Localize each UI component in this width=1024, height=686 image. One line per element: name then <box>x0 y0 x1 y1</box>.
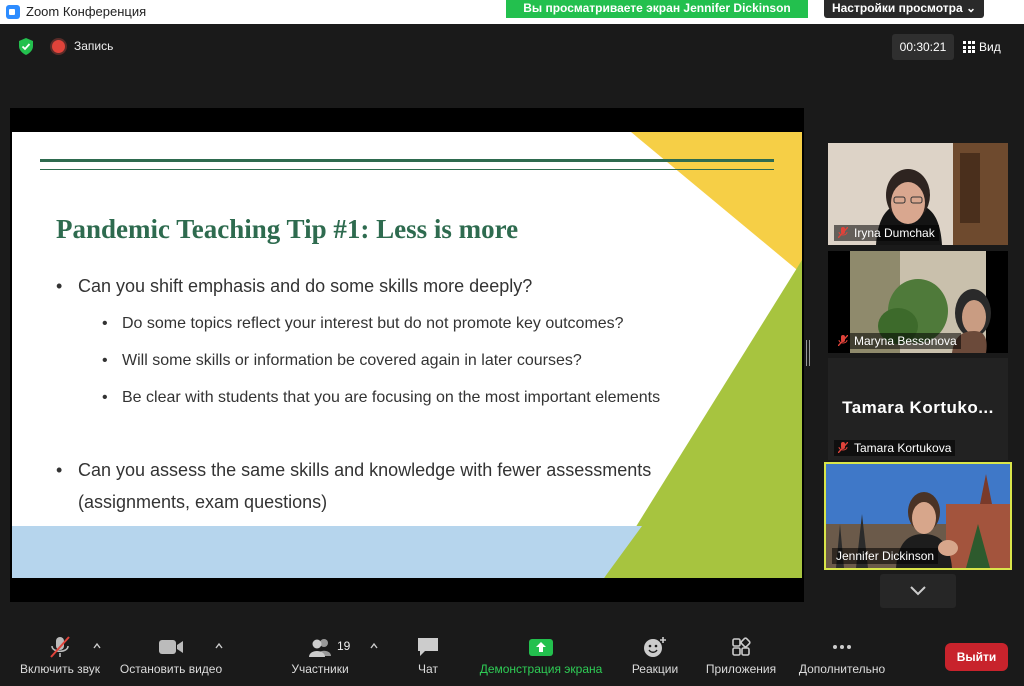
participant-name-label: Iryna Dumchak <box>834 225 939 241</box>
audio-options-caret-icon[interactable] <box>93 642 101 650</box>
share-screen-label: Демонстрация экрана <box>479 662 603 676</box>
reactions-button[interactable]: Реакции <box>624 626 686 676</box>
scroll-participants-down-button[interactable] <box>880 574 956 608</box>
muted-mic-icon <box>838 227 848 238</box>
muted-mic-icon <box>838 442 848 453</box>
view-options-button[interactable]: Настройки просмотра ⌄ <box>824 0 984 18</box>
stop-video-label: Остановить видео <box>119 662 223 676</box>
reactions-label: Реакции <box>631 662 679 676</box>
more-dots-icon <box>833 645 851 649</box>
grid-icon <box>963 41 975 53</box>
slide-subbullet: Will some skills or information be cover… <box>102 346 692 376</box>
participants-count-badge: 19 <box>337 639 351 653</box>
video-camera-icon <box>159 640 183 654</box>
chevron-down-icon <box>910 586 926 596</box>
zoom-app-icon <box>6 5 20 19</box>
apps-button[interactable]: Приложения <box>698 626 784 676</box>
apps-label: Приложения <box>705 662 777 676</box>
view-button[interactable]: Вид <box>963 34 1001 60</box>
unmute-label: Включить звук <box>19 662 101 676</box>
record-label[interactable]: Запись <box>74 39 113 53</box>
meeting-timer: 00:30:21 <box>892 34 954 60</box>
panel-resize-handle[interactable] <box>806 340 810 366</box>
slide-rule-thin <box>40 169 774 170</box>
participants-options-caret-icon[interactable] <box>370 642 378 650</box>
view-button-label: Вид <box>979 40 1001 54</box>
unmute-button[interactable]: Включить звук <box>14 626 106 676</box>
slide-bullet: Can you assess the same skills and knowl… <box>56 454 728 518</box>
participant-name-label: Tamara Kortukova <box>834 440 956 456</box>
participant-tile[interactable]: Iryna Dumchak <box>828 143 1008 245</box>
participant-display-name: Tamara Kortuko... <box>842 398 994 417</box>
more-button[interactable]: Дополнительно <box>794 626 890 676</box>
active-speaker-tile[interactable]: Jennifer Dickinson <box>824 462 1012 570</box>
participant-name-label: Jennifer Dickinson <box>832 548 939 564</box>
smiley-icon <box>644 637 666 657</box>
chat-bubble-icon <box>418 638 438 656</box>
apps-icon <box>732 637 751 656</box>
more-label: Дополнительно <box>798 662 886 676</box>
video-options-caret-icon[interactable] <box>215 642 223 650</box>
leave-meeting-button[interactable]: Выйти <box>945 643 1008 671</box>
zoom-meeting-window: Zoom Конференция Вы просматриваете экран… <box>0 0 1024 686</box>
slide-title: Pandemic Teaching Tip #1: Less is more <box>56 214 519 244</box>
meeting-toolbar: Включить звук Остановить видео Участники… <box>0 626 1024 686</box>
chat-label: Чат <box>418 662 438 676</box>
stop-video-button[interactable]: Остановить видео <box>114 626 228 676</box>
slide-subbullet: Be clear with students that you are focu… <box>102 383 692 413</box>
participant-tile[interactable]: Maryna Bessonova <box>828 251 1008 353</box>
muted-mic-icon <box>50 636 70 658</box>
share-screen-icon <box>529 639 553 656</box>
participant-tile[interactable]: Tamara Kortuko... Tamara Kortukova <box>828 358 1008 460</box>
chat-button[interactable]: Чат <box>406 626 450 676</box>
window-title: Zoom Конференция <box>26 4 147 19</box>
record-icon[interactable] <box>52 40 65 53</box>
share-screen-button[interactable]: Демонстрация экрана <box>474 626 608 676</box>
slide-subbullet: Do some topics reflect your interest but… <box>102 309 692 339</box>
participants-label: Участники <box>291 662 349 676</box>
shield-icon[interactable] <box>18 38 34 55</box>
muted-mic-icon <box>838 335 848 346</box>
participant-name-label: Maryna Bessonova <box>834 333 961 349</box>
presentation-slide: Pandemic Teaching Tip #1: Less is more C… <box>12 132 802 578</box>
slide-rule-thick <box>40 159 774 162</box>
viewing-screen-banner: Вы просматриваете экран Jennifer Dickins… <box>506 0 808 18</box>
participants-icon <box>309 639 331 657</box>
slide-bullet: Can you shift emphasis and do some skill… <box>56 270 532 302</box>
